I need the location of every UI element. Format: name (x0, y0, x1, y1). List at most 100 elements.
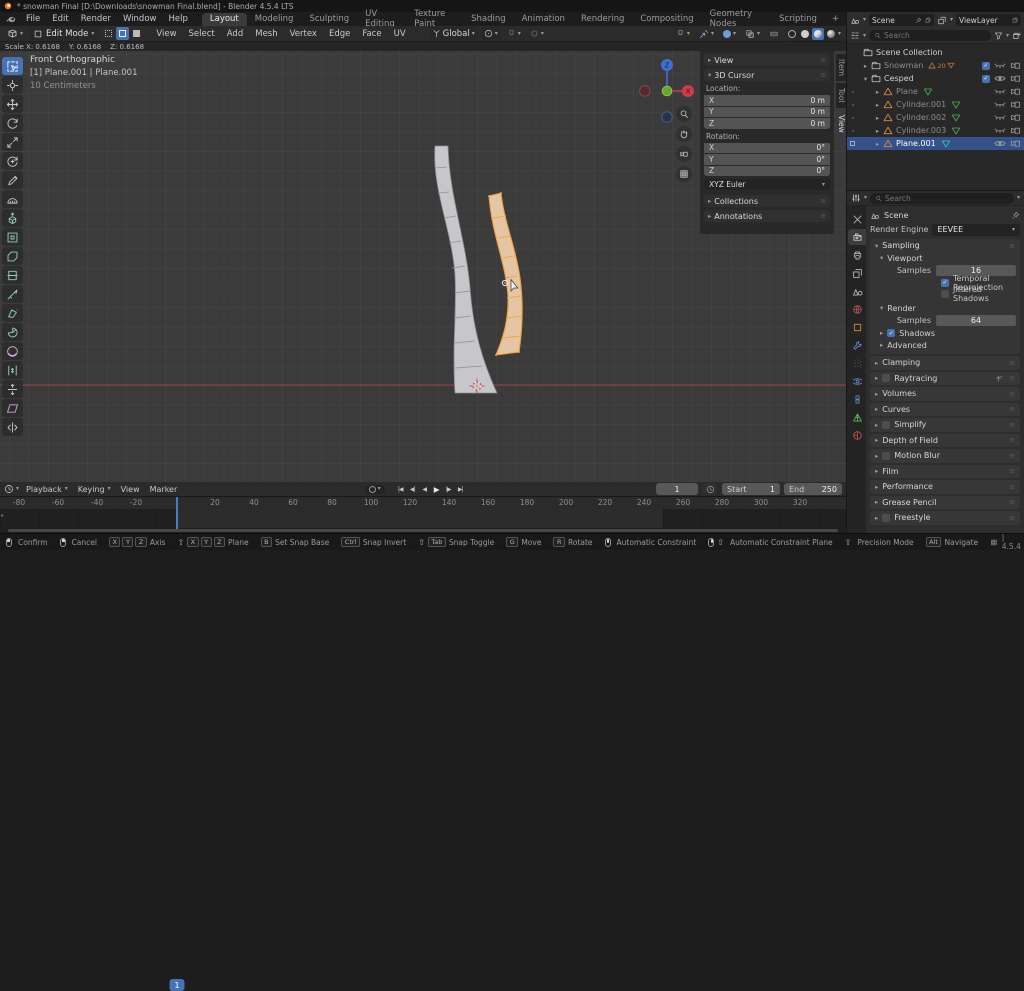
properties-tab[interactable] (848, 301, 866, 317)
copy-icon[interactable] (924, 17, 931, 24)
panel-checkbox[interactable]: ✓ (882, 374, 890, 382)
transport-button[interactable]: ▶| (455, 484, 466, 495)
current-frame-field[interactable]: 1 (656, 483, 698, 495)
tool-button[interactable] (2, 95, 23, 113)
expand-arrow[interactable]: ▸ (873, 127, 882, 135)
visibility-toggle[interactable] (994, 87, 1006, 96)
properties-search-input[interactable]: Search (870, 193, 1014, 204)
render-visibility-toggle[interactable] (1010, 61, 1021, 70)
outliner-row[interactable]: ▸ Cylinder.002 ✓ (847, 111, 1024, 124)
workspace-tab[interactable]: Modeling (247, 13, 302, 26)
menu-item[interactable]: Render (75, 14, 117, 24)
properties-panel-header[interactable]: ▸ ✓ Simplify ≡ (870, 418, 1020, 432)
tool-button[interactable] (2, 190, 23, 208)
properties-panel-header[interactable]: ▸ ✓ Film ≡ (870, 465, 1020, 479)
n-panel-tab[interactable]: Item (836, 54, 846, 81)
blender-menu-icon[interactable] (6, 15, 16, 24)
properties-tab[interactable] (848, 427, 866, 443)
outliner-row[interactable]: ▸ Snowman 20 ✓ (847, 59, 1024, 72)
n-panel-tab[interactable]: View (836, 110, 846, 138)
viewport-menu-item[interactable]: Add (221, 29, 249, 39)
shadows-subpanel-header[interactable]: ▸ ✓ Shadows (870, 327, 1020, 339)
edge-select-button[interactable] (116, 27, 129, 40)
render-visibility-toggle[interactable] (1010, 100, 1021, 109)
face-select-button[interactable] (130, 27, 143, 40)
transport-button[interactable]: ◀ (419, 484, 430, 495)
use-preview-range-button[interactable] (703, 483, 717, 495)
tool-button[interactable] (2, 57, 23, 75)
properties-tab[interactable] (848, 391, 866, 407)
tool-button[interactable] (2, 171, 23, 189)
timeline-editor-icon[interactable] (4, 484, 14, 494)
copy-icon[interactable] (1011, 17, 1018, 24)
properties-panel-header[interactable]: ▸ ✓ Raytracing ≡ (870, 372, 1020, 386)
workspace-tab[interactable]: Shading (463, 13, 514, 26)
viewport-menu-item[interactable]: Face (356, 29, 387, 39)
workspace-tab[interactable]: Sculpting (301, 13, 357, 26)
perspective-toggle-button[interactable] (676, 166, 692, 182)
viewport-menu-item[interactable]: Select (183, 29, 221, 39)
expand-arrow[interactable]: ▸ (873, 88, 882, 96)
jittered-shadows-checkbox[interactable]: ✓ (941, 290, 949, 298)
properties-tab[interactable] (848, 247, 866, 263)
frame-end-field[interactable]: End250 (784, 483, 842, 495)
timeline-menu-item[interactable]: Marker▾ (145, 485, 183, 494)
properties-tab[interactable] (848, 373, 866, 389)
solid-shading-button[interactable] (799, 28, 811, 40)
expand-arrow[interactable]: ▾ (861, 75, 870, 83)
timeline-menu-item[interactable]: View▾ (116, 485, 145, 494)
properties-editor-icon[interactable] (851, 193, 861, 203)
axis-neg-z[interactable] (662, 112, 672, 122)
n-panel-tab[interactable]: Tool (836, 83, 846, 108)
properties-tab[interactable] (848, 265, 866, 281)
properties-panel-header[interactable]: ▸ ✓ Freestyle ≡ (870, 511, 1020, 525)
properties-tab[interactable] (848, 355, 866, 371)
viewport-menu-item[interactable]: Mesh (249, 29, 283, 39)
outliner-row[interactable]: Scene Collection ✓ (847, 46, 1024, 59)
scene-selector[interactable]: Scene (869, 14, 934, 26)
viewport-menu-item[interactable]: Vertex (284, 29, 323, 39)
tool-button[interactable] (2, 228, 23, 246)
orientation-dropdown[interactable]: Global ▾ (429, 27, 478, 40)
workspace-tab[interactable]: Layout (202, 13, 247, 26)
render-visibility-toggle[interactable] (1010, 139, 1021, 148)
viewlayer-selector[interactable]: ViewLayer (956, 14, 1021, 26)
tool-button[interactable] (2, 399, 23, 417)
timeline-scrollbar[interactable] (8, 529, 838, 532)
timeline-menu-item[interactable]: Playback▾ (21, 485, 73, 494)
advanced-subpanel-header[interactable]: ▸ Advanced (870, 339, 1020, 351)
expand-arrow[interactable]: ▸ (873, 114, 882, 122)
location-field[interactable]: Y 0 m (704, 107, 830, 118)
render-engine-dropdown[interactable]: EEVEE ▾ (932, 224, 1020, 236)
axis-neg-x[interactable] (640, 86, 650, 96)
panel-3d-cursor[interactable]: ▾ 3D Cursor ≡ (704, 69, 830, 81)
tool-button[interactable] (2, 361, 23, 379)
render-samples-field[interactable]: 64 (936, 315, 1016, 326)
selectable-checkbox[interactable]: ✓ (982, 75, 990, 83)
material-shading-button[interactable] (812, 28, 824, 40)
properties-panel-header[interactable]: ▸ ✓ Volumes ≡ (870, 387, 1020, 401)
tool-button[interactable] (2, 133, 23, 151)
wireframe-shading-button[interactable] (786, 28, 798, 40)
properties-tab[interactable] (848, 337, 866, 353)
visibility-toggle[interactable] (994, 61, 1006, 70)
rotation-order-dropdown[interactable]: XYZ Euler ▾ (704, 179, 830, 190)
rotation-field[interactable]: Y 0° (704, 154, 830, 165)
playhead[interactable] (176, 497, 178, 529)
filter-icon[interactable] (994, 31, 1003, 40)
viewport-canvas[interactable]: Front Orthographic [1] Plane.001 | Plane… (0, 51, 846, 482)
vertex-select-button[interactable] (102, 27, 115, 40)
snap-target-dropdown[interactable]: ▾ (696, 27, 717, 40)
zoom-button[interactable] (676, 106, 692, 122)
snapping-dropdown[interactable]: ▾ (673, 27, 693, 40)
pin-icon[interactable] (915, 17, 922, 24)
render-visibility-toggle[interactable] (1010, 113, 1021, 122)
tool-button[interactable] (2, 76, 23, 94)
transport-button[interactable]: |▶ (443, 484, 454, 495)
properties-panel-header[interactable]: ▸ ✓ Clamping ≡ (870, 356, 1020, 370)
render-subpanel-header[interactable]: ▾ Render (870, 302, 1020, 314)
panel-checkbox[interactable]: ✓ (882, 421, 890, 429)
properties-panel-header[interactable]: ▸ ✓ Depth of Field ≡ (870, 434, 1020, 448)
render-visibility-toggle[interactable] (1010, 87, 1021, 96)
workspace-tab[interactable]: Scripting (771, 13, 825, 26)
